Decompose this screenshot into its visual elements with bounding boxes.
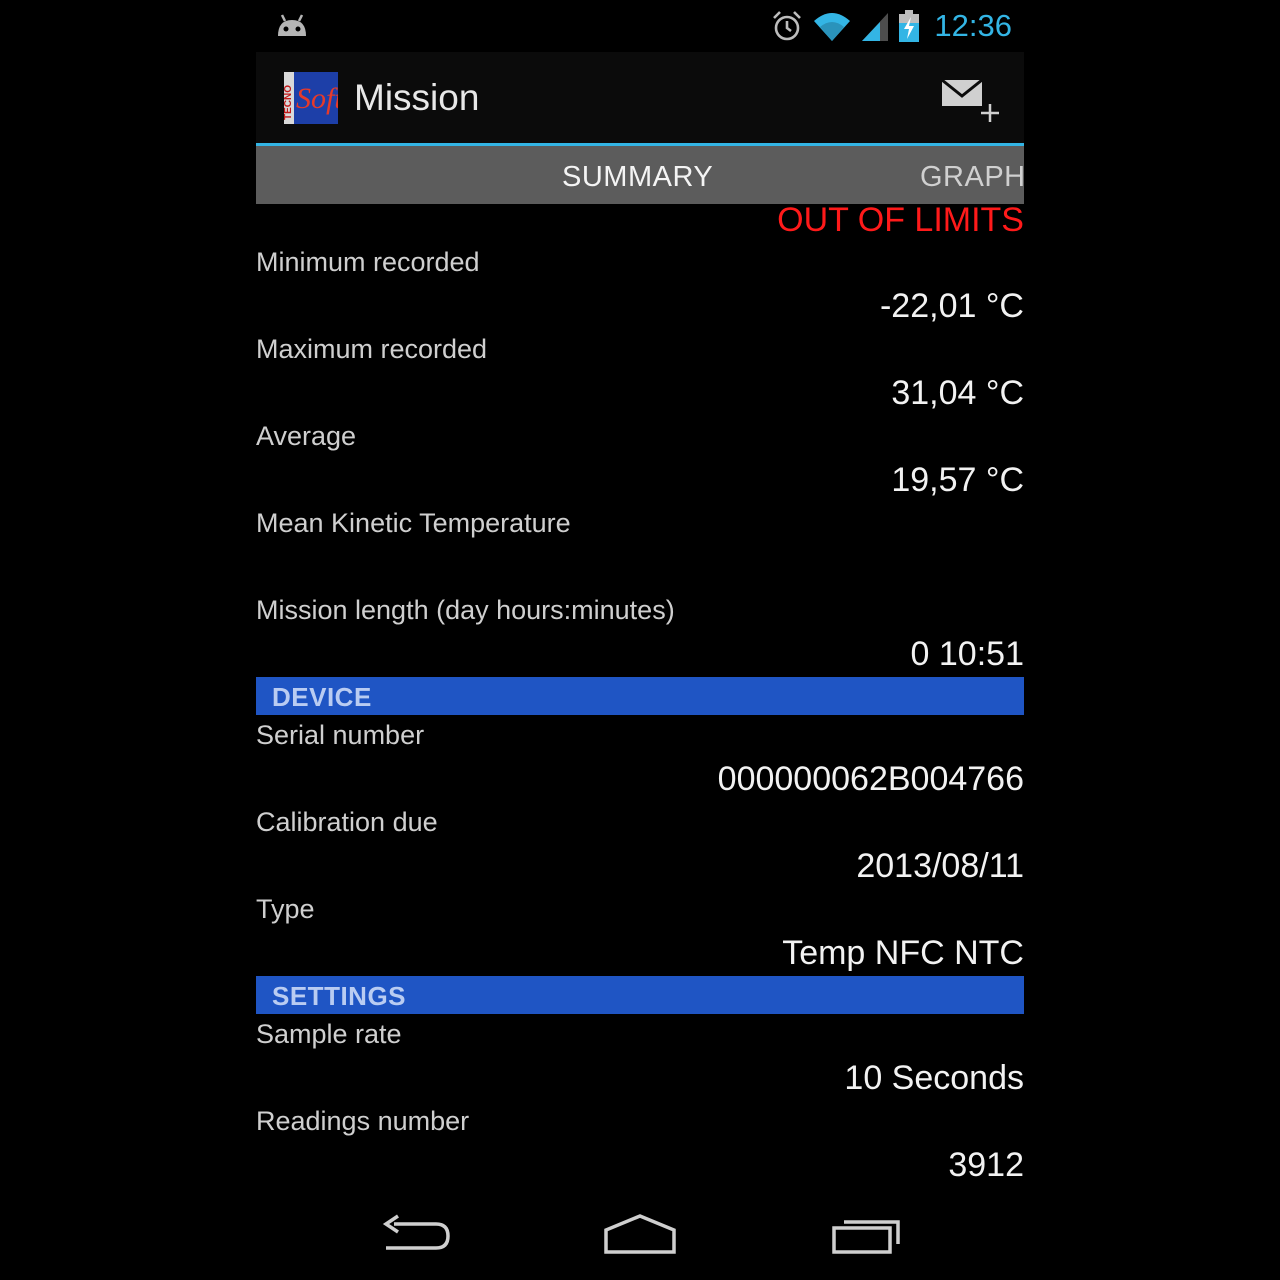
clock: 12:36	[934, 8, 1012, 43]
page-title: Mission	[354, 77, 480, 118]
alarm-icon	[773, 11, 802, 41]
section-header-device: DEVICE	[256, 677, 1024, 715]
label-average: Average	[256, 421, 357, 451]
value-mission-length: 0 10:51	[910, 635, 1024, 673]
android-icon	[278, 14, 306, 36]
label-mean-kinetic-temperature: Mean Kinetic Temperature	[256, 508, 571, 538]
navigation-bar	[256, 1196, 1024, 1280]
status-icons: 12:36	[770, 8, 1012, 44]
label-readings-number: Readings number	[256, 1106, 470, 1136]
value-type: Temp NFC NTC	[782, 934, 1024, 972]
section-title-settings: SETTINGS	[272, 981, 407, 1011]
back-icon[interactable]	[376, 1208, 456, 1264]
new-email-icon[interactable]	[940, 74, 1000, 126]
label-maximum-recorded: Maximum recorded	[256, 334, 488, 364]
label-minimum-recorded: Minimum recorded	[256, 247, 480, 277]
value-serial-number: 000000062B004766	[717, 760, 1024, 798]
section-header-settings: SETTINGS	[256, 976, 1024, 1014]
label-sample-rate: Sample rate	[256, 1019, 402, 1049]
status-bar: 12:36	[256, 0, 1024, 50]
value-readings-number: 3912	[948, 1146, 1024, 1184]
svg-text:Soft: Soft	[296, 82, 338, 115]
tab-summary[interactable]: SUMMARY	[562, 146, 713, 204]
value-calibration-due: 2013/08/11	[856, 847, 1024, 885]
signal-icon	[862, 13, 889, 41]
tab-graph[interactable]: GRAPH	[920, 146, 1024, 204]
label-type: Type	[256, 894, 315, 924]
label-serial-number: Serial number	[256, 720, 425, 750]
section-title-device: DEVICE	[272, 682, 372, 712]
home-icon[interactable]	[600, 1208, 680, 1264]
status-badge: OUT OF LIMITS	[777, 201, 1024, 239]
label-calibration-due: Calibration due	[256, 807, 438, 837]
battery-charging-icon	[899, 10, 920, 42]
phone-screen: 12:36 TECNO Soft Mission SUMMARY GRAPH O…	[256, 0, 1024, 1280]
recent-apps-icon[interactable]	[826, 1208, 906, 1264]
value-minimum-recorded: -22,01 °C	[879, 287, 1024, 325]
label-mission-length: Mission length (day hours:minutes)	[256, 595, 675, 625]
value-sample-rate: 10 Seconds	[844, 1059, 1024, 1097]
value-average: 19,57 °C	[891, 461, 1024, 499]
svg-text:TECNO: TECNO	[284, 85, 294, 120]
wifi-icon	[814, 13, 851, 41]
action-bar: TECNO Soft Mission	[256, 52, 1024, 144]
tecnosoft-logo-icon[interactable]: TECNO Soft	[284, 72, 338, 124]
tab-strip: SUMMARY GRAPH	[256, 146, 1024, 204]
value-maximum-recorded: 31,04 °C	[891, 374, 1024, 412]
